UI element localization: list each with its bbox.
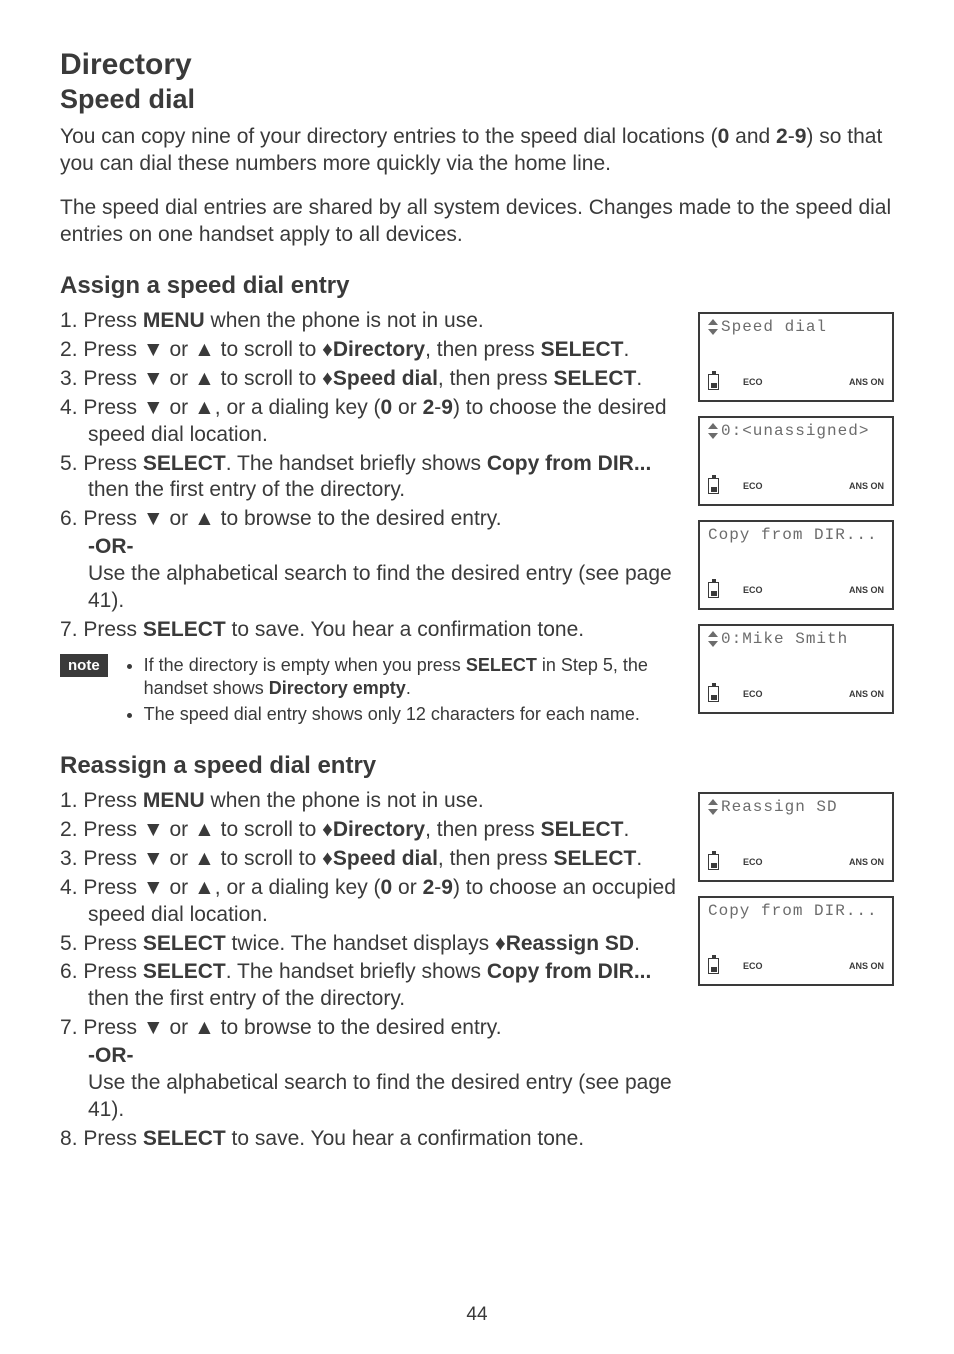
reassign-step-7: Press ▼ or ▲ to browse to the desired en… xyxy=(60,1015,682,1042)
assign-steps-cont: Press SELECT to save. You hear a confirm… xyxy=(60,617,682,644)
updown-icon: ♦ xyxy=(322,818,333,841)
note-badge: note xyxy=(60,654,108,677)
battery-icon xyxy=(708,582,719,598)
lcd-screen-copy-from-dir-2: Copy from DIR... ECOANS ON xyxy=(698,896,894,986)
updown-icon: ♦ xyxy=(495,932,506,955)
reassign-steps-cont: Press SELECT to save. You hear a confirm… xyxy=(60,1126,682,1153)
lcd-screen-unassigned: 0:<unassigned> ECOANS ON xyxy=(698,416,894,506)
battery-icon xyxy=(708,686,719,702)
updown-icon xyxy=(708,631,718,647)
reassign-step-8: Press SELECT to save. You hear a confirm… xyxy=(60,1126,682,1153)
battery-icon xyxy=(708,958,719,974)
updown-icon: ♦ xyxy=(322,367,333,390)
assign-step-6: Press ▼ or ▲ to browse to the desired en… xyxy=(60,506,682,533)
updown-icon: ♦ xyxy=(322,847,333,870)
lcd-screen-copy-from-dir: Copy from DIR... ECOANS ON xyxy=(698,520,894,610)
battery-icon xyxy=(708,854,719,870)
reassign-step-3: Press ▼ or ▲ to scroll to ♦Speed dial, t… xyxy=(60,846,682,873)
updown-icon: ♦ xyxy=(322,338,333,361)
assign-step-6b: Use the alphabetical search to find the … xyxy=(88,561,682,615)
reassign-step-6: Press SELECT. The handset briefly shows … xyxy=(60,959,682,1013)
assign-step-5: Press SELECT. The handset briefly shows … xyxy=(60,451,682,505)
assign-heading: Assign a speed dial entry xyxy=(60,272,894,300)
lcd-screen-speed-dial: Speed dial ECOANS ON xyxy=(698,312,894,402)
reassign-step-4: Press ▼ or ▲, or a dialing key (0 or 2-9… xyxy=(60,875,682,929)
reassign-step-2: Press ▼ or ▲ to scroll to ♦Directory, th… xyxy=(60,817,682,844)
note-item-2: The speed dial entry shows only 12 chara… xyxy=(144,703,682,726)
section-title: Directory xyxy=(60,48,894,82)
reassign-steps: Press MENU when the phone is not in use.… xyxy=(60,788,682,1042)
note-item-1: If the directory is empty when you press… xyxy=(144,654,682,701)
updown-icon xyxy=(708,319,718,335)
assign-step-1: Press MENU when the phone is not in use. xyxy=(60,308,682,335)
lcd-screen-reassign-sd: Reassign SD ECOANS ON xyxy=(698,792,894,882)
battery-icon xyxy=(708,374,719,390)
reassign-step-5: Press SELECT twice. The handset displays… xyxy=(60,931,682,958)
intro-paragraph-1: You can copy nine of your directory entr… xyxy=(60,123,894,178)
assign-step-3: Press ▼ or ▲ to scroll to ♦Speed dial, t… xyxy=(60,366,682,393)
lcd-screen-mike-smith: 0:Mike Smith ECOANS ON xyxy=(698,624,894,714)
updown-icon xyxy=(708,799,718,815)
reassign-step-1: Press MENU when the phone is not in use. xyxy=(60,788,682,815)
assign-step-7: Press SELECT to save. You hear a confirm… xyxy=(60,617,682,644)
updown-icon xyxy=(708,423,718,439)
assign-step-4: Press ▼ or ▲, or a dialing key (0 or 2-9… xyxy=(60,395,682,449)
page-number: 44 xyxy=(0,1304,954,1326)
reassign-heading: Reassign a speed dial entry xyxy=(60,752,894,780)
note-block: note If the directory is empty when you … xyxy=(60,654,682,728)
intro-paragraph-2: The speed dial entries are shared by all… xyxy=(60,194,894,249)
or-divider: -OR- xyxy=(88,535,682,559)
assign-step-2: Press ▼ or ▲ to scroll to ♦Directory, th… xyxy=(60,337,682,364)
or-divider: -OR- xyxy=(88,1044,682,1068)
battery-icon xyxy=(708,478,719,494)
reassign-step-7b: Use the alphabetical search to find the … xyxy=(88,1070,682,1124)
subsection-title: Speed dial xyxy=(60,84,894,115)
assign-steps: Press MENU when the phone is not in use.… xyxy=(60,308,682,533)
